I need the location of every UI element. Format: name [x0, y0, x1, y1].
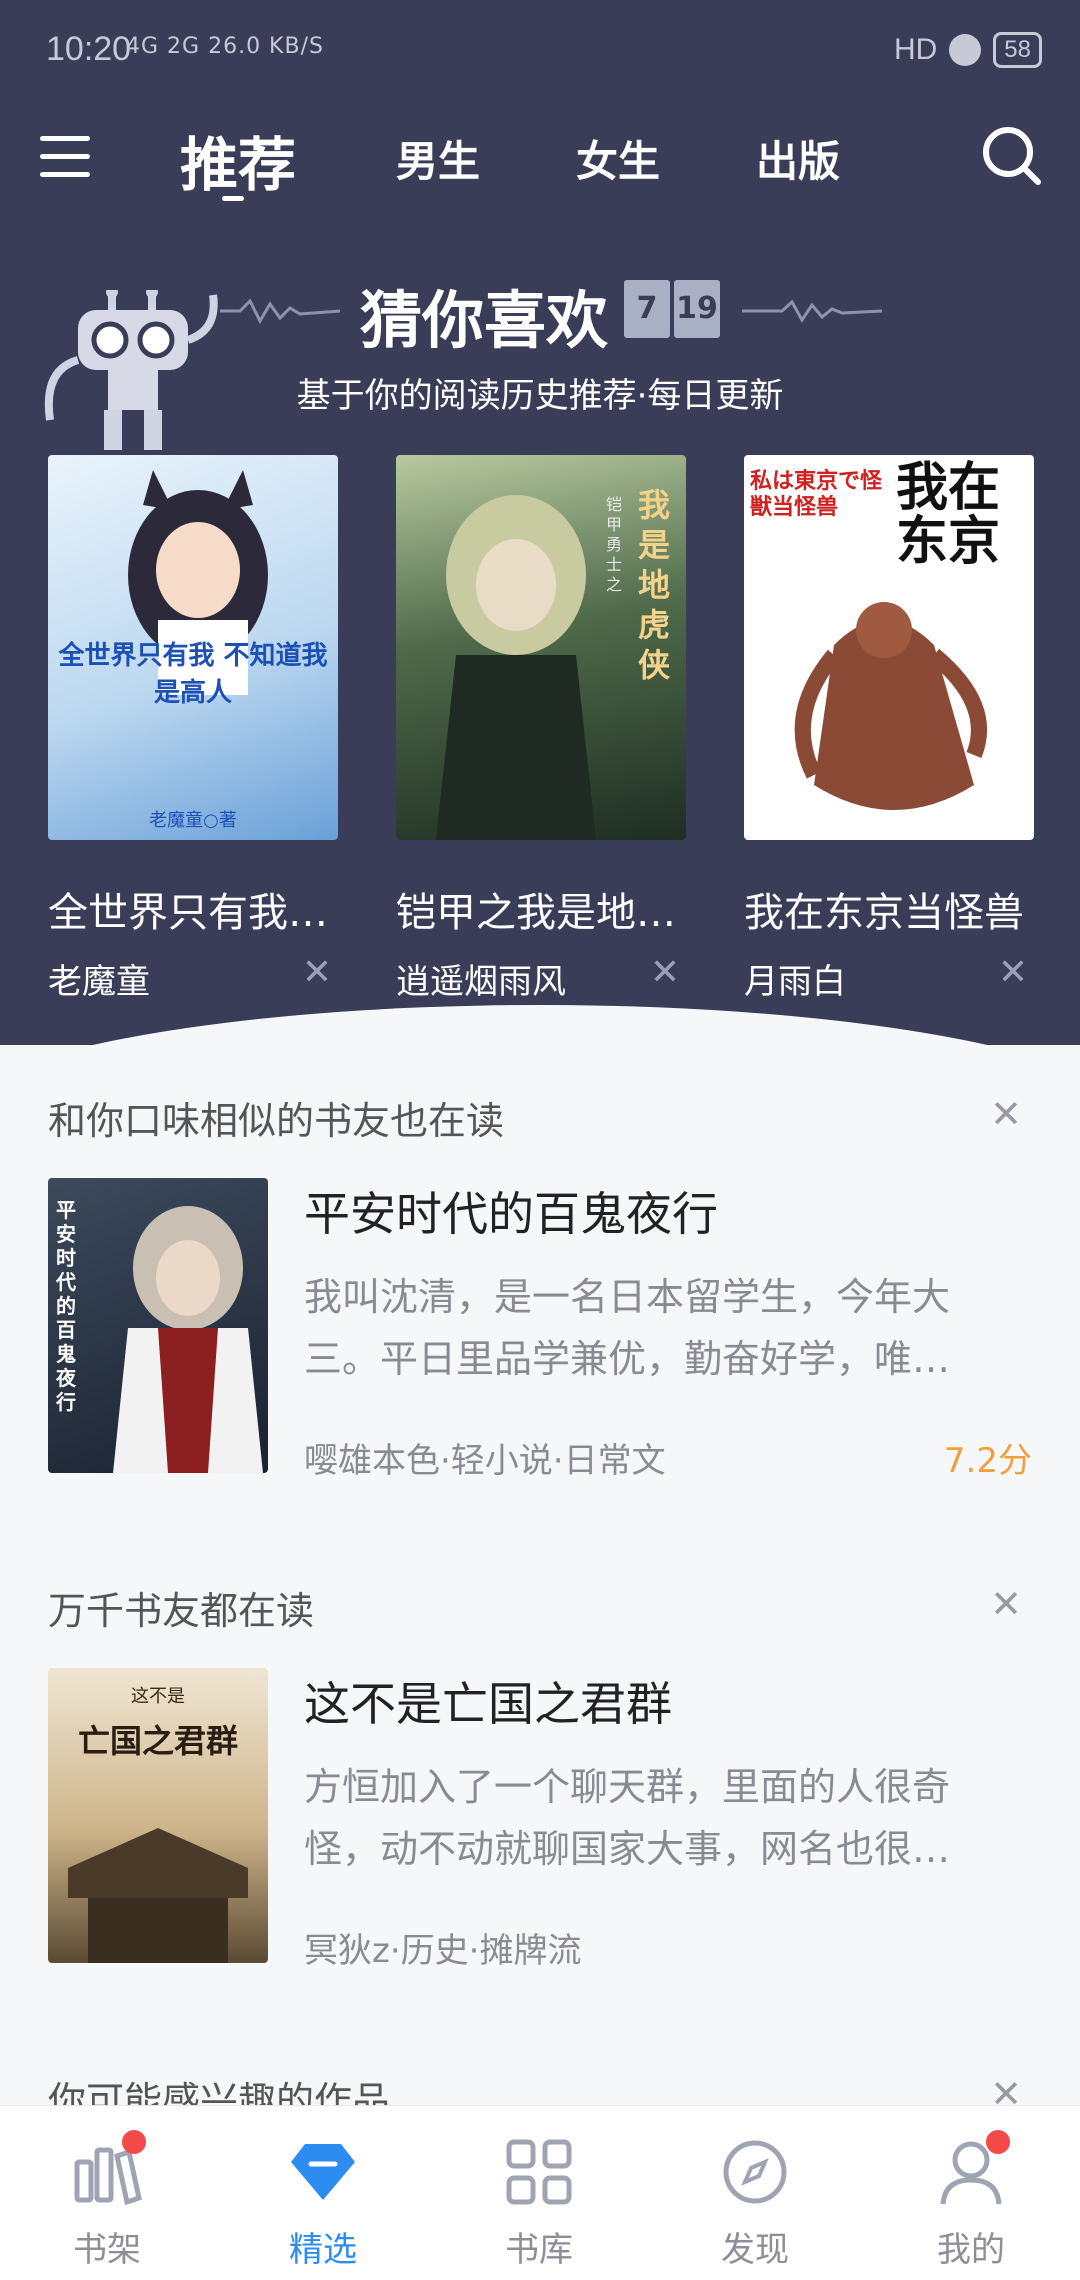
diamond-icon: [291, 2144, 355, 2200]
status-network: 4G 2G 26.0 KB/S: [126, 34, 324, 59]
cover-author: 私は東京で怪獣当怪兽: [750, 469, 883, 520]
alarm-icon: [949, 34, 982, 66]
bottom-tab-bookshelf[interactable]: 书架: [32, 2130, 182, 2271]
hd-indicator: HD: [893, 33, 938, 66]
close-icon[interactable]: ✕: [998, 952, 1028, 993]
cover-author: 老魔童○著: [149, 810, 237, 831]
calendar-day: 19: [674, 280, 720, 338]
bottom-tab-me[interactable]: 我的: [896, 2130, 1046, 2271]
book-author-name: 逍遥烟雨风: [396, 962, 566, 1002]
grid-icon: [506, 2139, 572, 2205]
tab-label: 精选: [289, 2230, 357, 2270]
cover-text: 我是地虎侠: [638, 486, 671, 684]
menu-icon[interactable]: [40, 132, 90, 182]
tab-female[interactable]: 女生: [576, 128, 660, 189]
bottom-tab-featured[interactable]: 精选: [248, 2136, 398, 2271]
search-icon[interactable]: [980, 124, 1042, 186]
popular-section: 万千书友都在读 ✕ 这不是 亡国之君群 这不是亡国之君群 方恒加入了一个聊天群，…: [48, 1580, 1032, 1971]
book-meta: 嘤雄本色·轻小说·日常文: [304, 1441, 666, 1481]
section-header: 和你口味相似的书友也在读 ✕: [48, 1090, 1032, 1150]
bottom-tab-bar: 书架 精选 书库 发现 我的: [0, 2105, 1080, 2280]
book-author: 老魔童 ✕: [48, 952, 338, 1002]
cover-text: 我在东京: [896, 458, 1001, 572]
close-icon[interactable]: ✕: [990, 1582, 1022, 1626]
book-author: 逍遥烟雨风 ✕: [396, 952, 686, 1002]
book-cover[interactable]: 全世界只有我 不知道我是高人 老魔童○著: [48, 455, 338, 840]
tab-label: 发现: [721, 2230, 789, 2270]
book-title[interactable]: 这不是亡国之君群: [304, 1668, 672, 1734]
book-cover-art: [113, 1206, 263, 1473]
status-time: 10:20: [46, 30, 132, 68]
tab-male[interactable]: 男生: [396, 128, 480, 189]
book-author: 月雨白 ✕: [744, 952, 1034, 1002]
book-author-name: 老魔童: [48, 962, 150, 1002]
book-author-name: 月雨白: [744, 962, 846, 1002]
book-cover[interactable]: 我在东京 私は東京で怪獣当怪兽: [744, 455, 1034, 840]
book-cover[interactable]: 我是地虎侠 铠甲勇士之: [396, 455, 686, 840]
cover-author: 铠甲勇士之: [606, 495, 623, 594]
cover-text: 全世界只有我 不知道我是高人: [58, 641, 328, 708]
book-meta: 冥狄z·历史·摊牌流: [304, 1931, 582, 1971]
notification-dot: [986, 2130, 1010, 2154]
guess-book-card[interactable]: 我在东京 私は東京で怪獣当怪兽 我在东京当怪兽 月雨白 ✕: [744, 455, 1034, 1002]
guess-subtitle: 基于你的阅读历史推荐·每日更新: [296, 376, 784, 416]
close-icon[interactable]: ✕: [302, 952, 332, 993]
cover-text: 平安时代的百鬼夜行: [56, 1198, 76, 1414]
book-list-item[interactable]: 这不是 亡国之君群 这不是亡国之君群 方恒加入了一个聊天群，里面的人很奇怪，动不…: [48, 1668, 1032, 1971]
calendar-month: 7: [624, 280, 670, 338]
close-icon[interactable]: ✕: [650, 952, 680, 993]
guess-title: 猜你喜欢: [360, 284, 609, 357]
status-bar: 10:20 4G 2G 26.0 KB/S HD 58: [0, 0, 1080, 100]
book-list-item[interactable]: 平安时代的百鬼夜行 平安时代的百鬼夜行 我叫沈清，是一名日本留学生，今年大三。平…: [48, 1178, 1032, 1481]
book-cover[interactable]: 这不是 亡国之君群: [48, 1668, 268, 1963]
tab-label: 我的: [937, 2230, 1005, 2270]
status-right: HD 58: [894, 32, 1042, 68]
sound-wave-icon: [220, 298, 340, 325]
book-cover-art: [68, 1828, 248, 1963]
book-title[interactable]: 铠甲之我是地虎侠: [396, 880, 686, 938]
tab-label: 书架: [73, 2230, 141, 2270]
cover-top-text: 这不是: [131, 1686, 185, 1707]
tab-publish[interactable]: 出版: [756, 128, 840, 189]
top-nav: 推荐 男生 女生 出版: [0, 110, 1080, 210]
book-title[interactable]: 我在东京当怪兽: [744, 880, 1034, 938]
section-title: 万千书友都在读: [48, 1589, 315, 1633]
book-title[interactable]: 全世界只有我不知道我是高人: [48, 880, 338, 938]
guess-book-card[interactable]: 我是地虎侠 铠甲勇士之 铠甲之我是地虎侠 逍遥烟雨风 ✕: [396, 455, 686, 1002]
tab-recommend[interactable]: 推荐: [180, 118, 296, 202]
tab-label: 书库: [505, 2230, 573, 2270]
tab-active-indicator: [222, 196, 244, 201]
sound-wave-icon: [742, 299, 882, 323]
close-icon[interactable]: ✕: [990, 1092, 1022, 1136]
book-description: 方恒加入了一个聊天群，里面的人很奇怪，动不动就聊国家大事，网名也很…: [304, 1765, 951, 1871]
notification-dot: [122, 2130, 146, 2154]
cover-text: 亡国之君群: [77, 1722, 238, 1760]
similar-readers-section: 和你口味相似的书友也在读 ✕ 平安时代的百鬼夜行 平安时代的百鬼夜行 我叫沈清，…: [48, 1090, 1032, 1481]
bottom-tab-library[interactable]: 书库: [464, 2136, 614, 2271]
book-cover[interactable]: 平安时代的百鬼夜行: [48, 1178, 268, 1473]
guess-book-card[interactable]: 全世界只有我 不知道我是高人 老魔童○著 全世界只有我不知道我是高人 老魔童 ✕: [48, 455, 338, 1002]
bottom-tab-discover[interactable]: 发现: [680, 2136, 830, 2271]
hero-curve: [0, 1005, 1080, 1045]
book-score: 7.2分: [943, 1441, 1032, 1481]
battery-icon: 58: [993, 32, 1042, 68]
hero-section: 10:20 4G 2G 26.0 KB/S HD 58 推荐 男生 女生 出版: [0, 0, 1080, 1045]
section-header: 万千书友都在读 ✕: [48, 1580, 1032, 1640]
compass-icon: [723, 2140, 787, 2204]
section-title: 和你口味相似的书友也在读: [48, 1099, 505, 1143]
book-description: 我叫沈清，是一名日本留学生，今年大三。平日里品学兼优，勤奋好学，唯…: [304, 1275, 951, 1381]
book-title[interactable]: 平安时代的百鬼夜行: [304, 1178, 718, 1244]
calendar-badge: 7 19: [624, 280, 720, 338]
